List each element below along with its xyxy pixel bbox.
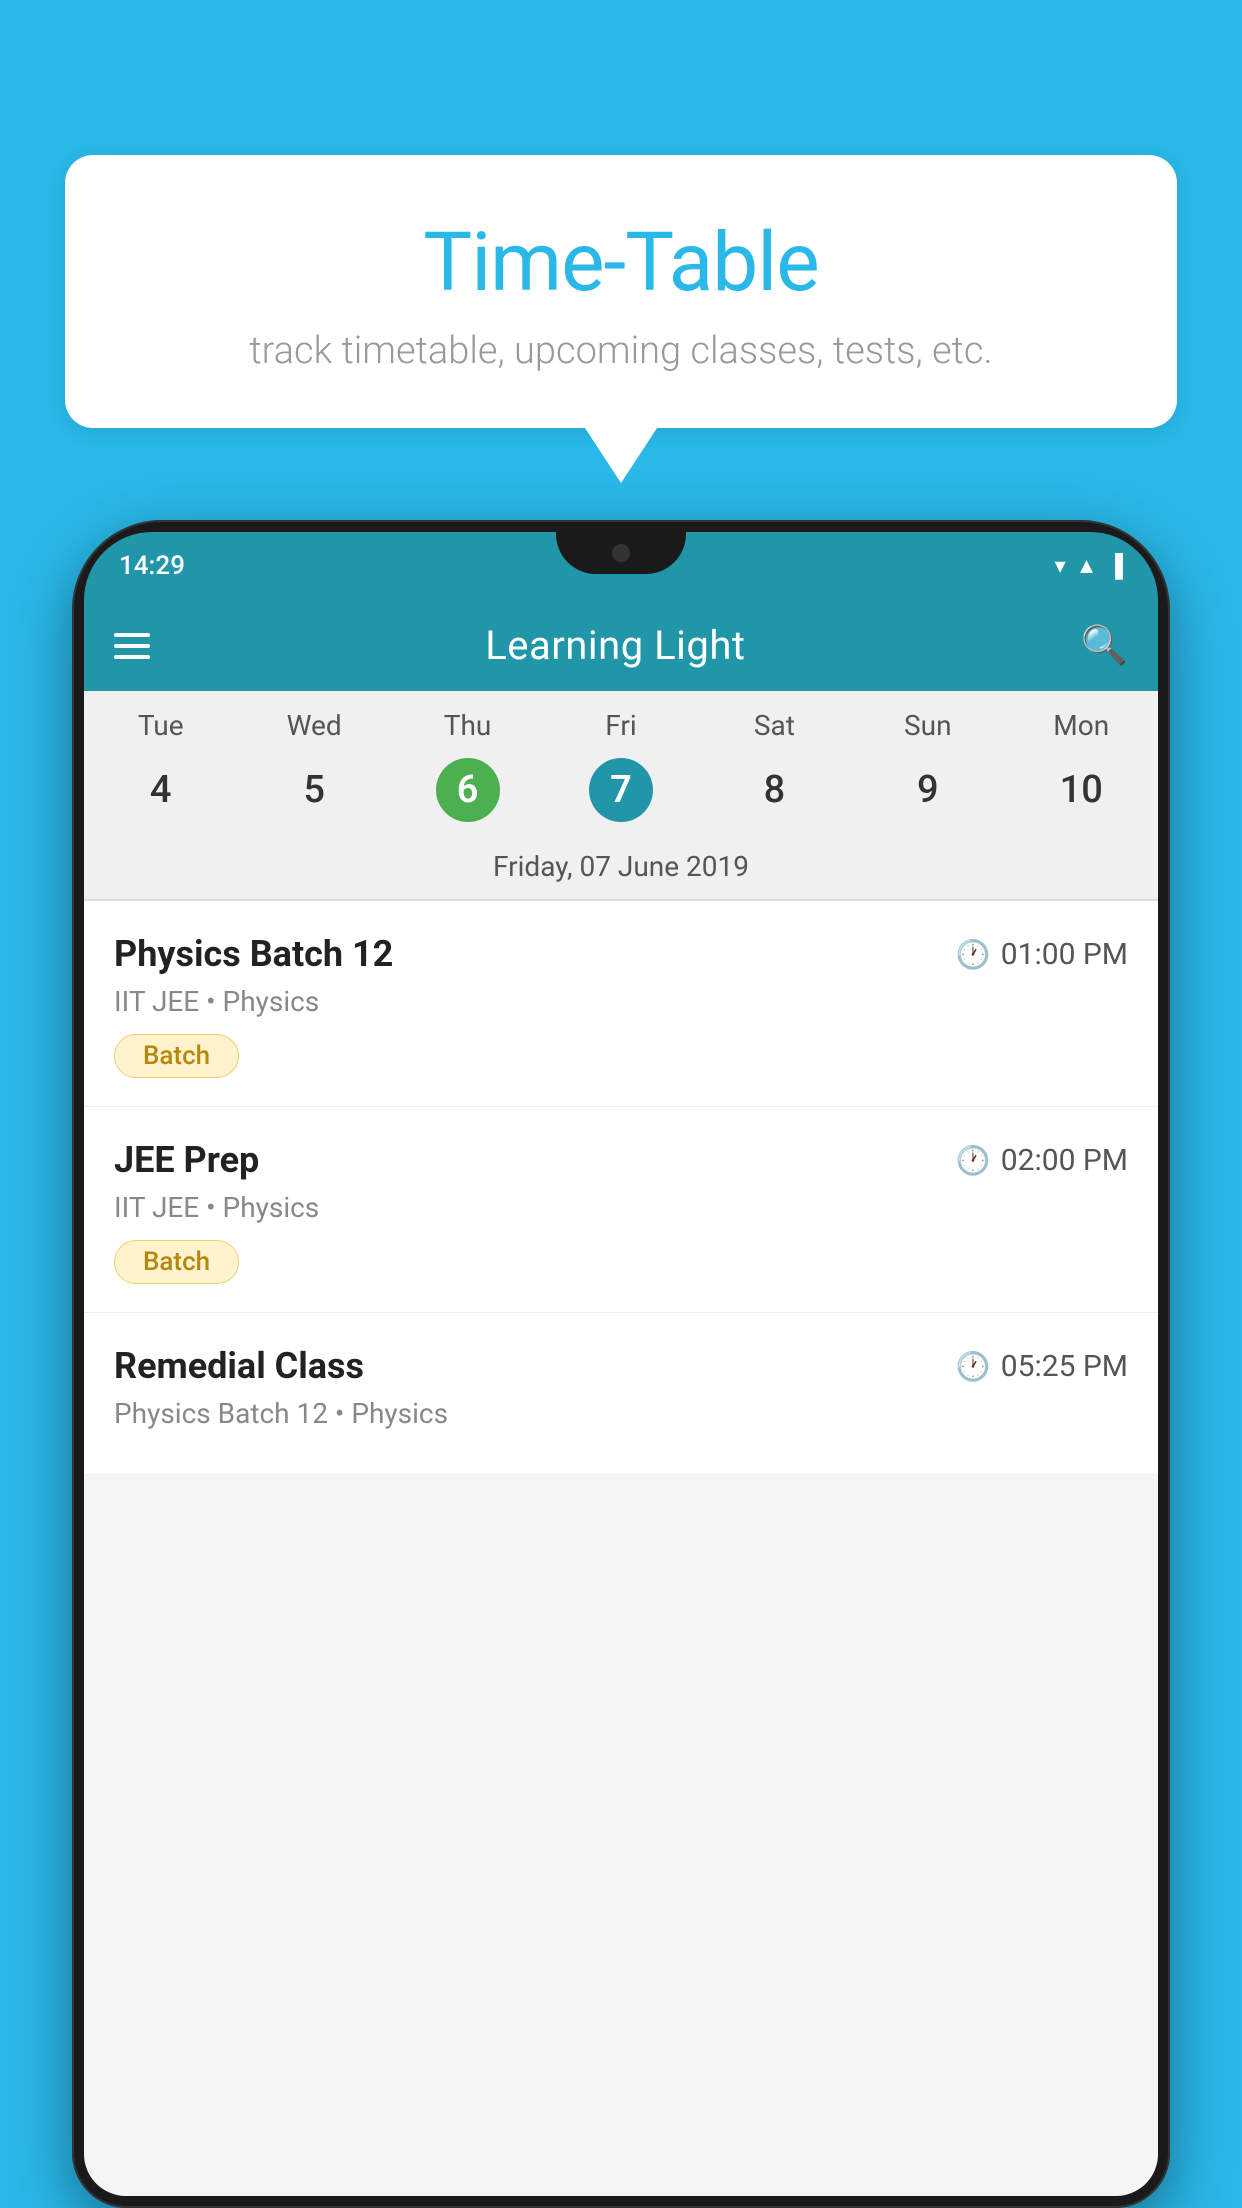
app-subtitle: track timetable, upcoming classes, tests… xyxy=(105,329,1137,373)
schedule-list: Physics Batch 12 🕐 01:00 PM IIT JEE • Ph… xyxy=(84,901,1158,1475)
schedule-item-sub-2: Physics Batch 12 • Physics xyxy=(114,1397,1128,1430)
hamburger-menu-button[interactable] xyxy=(114,633,150,659)
wifi-icon: ▾ xyxy=(1055,554,1066,579)
day-name-tue: Tue xyxy=(84,709,237,742)
day-name-fri: Fri xyxy=(544,709,697,742)
batch-tag-0: Batch xyxy=(114,1034,239,1078)
battery-icon: ▐ xyxy=(1107,553,1123,579)
day-name-thu: Thu xyxy=(391,709,544,742)
day-number-7[interactable]: 7 xyxy=(544,758,697,822)
speech-bubble-container: Time-Table track timetable, upcoming cla… xyxy=(65,155,1177,428)
phone-notch xyxy=(556,532,686,574)
schedule-item-header-1: JEE Prep 🕐 02:00 PM xyxy=(114,1139,1128,1181)
clock-icon-0: 🕐 xyxy=(956,938,991,971)
day-number-8[interactable]: 8 xyxy=(698,768,851,812)
schedule-item-time-1: 🕐 02:00 PM xyxy=(956,1143,1128,1178)
schedule-item-time-0: 🕐 01:00 PM xyxy=(956,937,1128,972)
app-header: Learning Light 🔍 xyxy=(84,600,1158,691)
day-names-row: TueWedThuFriSatSunMon xyxy=(84,691,1158,750)
selected-date-label: Friday, 07 June 2019 xyxy=(84,840,1158,900)
schedule-item-name-0: Physics Batch 12 xyxy=(114,933,393,975)
speech-bubble: Time-Table track timetable, upcoming cla… xyxy=(65,155,1177,428)
camera-dot xyxy=(612,544,630,562)
phone-frame: 14:29 ▾ ▲ ▐ Learning Light 🔍 TueWedThuFr… xyxy=(72,520,1170,2208)
status-time: 14:29 xyxy=(119,551,185,581)
day-name-sat: Sat xyxy=(698,709,851,742)
day-numbers-row: 45678910 xyxy=(84,750,1158,840)
signal-icon: ▲ xyxy=(1076,553,1098,579)
day-name-mon: Mon xyxy=(1005,709,1158,742)
schedule-item-1[interactable]: JEE Prep 🕐 02:00 PM IIT JEE • Physics Ba… xyxy=(84,1107,1158,1313)
schedule-item-header-2: Remedial Class 🕐 05:25 PM xyxy=(114,1345,1128,1387)
schedule-item-sub-0: IIT JEE • Physics xyxy=(114,985,1128,1018)
schedule-item-time-2: 🕐 05:25 PM xyxy=(956,1349,1128,1384)
day-name-sun: Sun xyxy=(851,709,1004,742)
day-number-9[interactable]: 9 xyxy=(851,768,1004,812)
phone-screen: Learning Light 🔍 TueWedThuFriSatSunMon 4… xyxy=(84,600,1158,2196)
search-icon[interactable]: 🔍 xyxy=(1081,624,1128,668)
schedule-item-name-1: JEE Prep xyxy=(114,1139,259,1181)
schedule-item-0[interactable]: Physics Batch 12 🕐 01:00 PM IIT JEE • Ph… xyxy=(84,901,1158,1107)
status-icons: ▾ ▲ ▐ xyxy=(1055,553,1123,579)
status-bar: 14:29 ▾ ▲ ▐ xyxy=(84,532,1158,600)
clock-icon-2: 🕐 xyxy=(956,1350,991,1383)
clock-icon-1: 🕐 xyxy=(956,1144,991,1177)
day-number-10[interactable]: 10 xyxy=(1005,768,1158,812)
app-title-heading: Time-Table xyxy=(105,215,1137,311)
day-number-4[interactable]: 4 xyxy=(84,768,237,812)
day-name-wed: Wed xyxy=(237,709,390,742)
schedule-item-header-0: Physics Batch 12 🕐 01:00 PM xyxy=(114,933,1128,975)
batch-tag-1: Batch xyxy=(114,1240,239,1284)
schedule-item-2[interactable]: Remedial Class 🕐 05:25 PM Physics Batch … xyxy=(84,1313,1158,1475)
calendar-strip: TueWedThuFriSatSunMon 45678910 Friday, 0… xyxy=(84,691,1158,901)
schedule-item-sub-1: IIT JEE • Physics xyxy=(114,1191,1128,1224)
schedule-item-name-2: Remedial Class xyxy=(114,1345,364,1387)
day-number-5[interactable]: 5 xyxy=(237,768,390,812)
app-header-title: Learning Light xyxy=(485,622,745,669)
day-number-6[interactable]: 6 xyxy=(391,758,544,822)
